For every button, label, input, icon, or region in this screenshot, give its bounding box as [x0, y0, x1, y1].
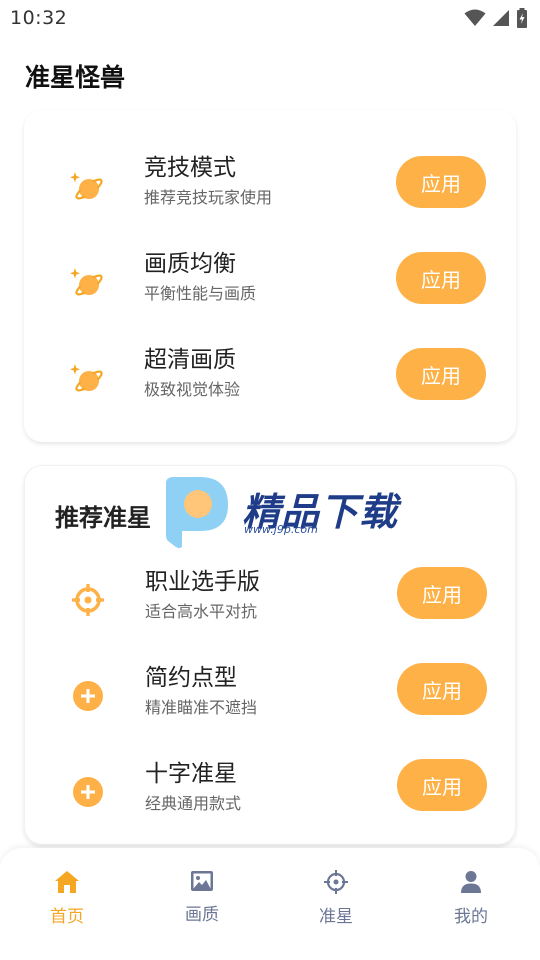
wifi-icon	[464, 9, 486, 26]
preset-subtitle: 平衡性能与画质	[144, 284, 257, 303]
status-bar: 10:32	[0, 0, 540, 36]
sparkle-planet-icon	[70, 268, 103, 296]
presets-card: 竞技模式 推荐竞技玩家使用 应用 画质均衡 平衡性能与画质 应用 超清画质 极致…	[24, 110, 516, 442]
apply-button[interactable]: 应用	[397, 663, 487, 715]
preset-title: 超清画质	[144, 347, 236, 373]
crosshair-subtitle: 精准瞄准不遮挡	[145, 698, 258, 717]
status-time: 10:32	[10, 7, 68, 29]
crosshair-title: 十字准星	[145, 761, 237, 787]
apply-button[interactable]: 应用	[396, 252, 486, 304]
apply-button[interactable]: 应用	[397, 759, 487, 811]
crosshair-title: 简约点型	[145, 665, 237, 691]
tab-label: 首页	[50, 907, 84, 927]
crosshair-row-cross: 十字准星 经典通用款式 应用	[25, 744, 517, 840]
signal-icon	[493, 10, 509, 26]
crosshair-row-dot: 简约点型 精准瞄准不遮挡 应用	[25, 648, 517, 744]
apply-button[interactable]: 应用	[397, 567, 487, 619]
crosshair-card: 推荐准星 职业选手版 适合高水平对抗 应用 简约点型 精准瞄准不遮挡 应用 十字	[24, 465, 516, 845]
preset-row-balanced: 画质均衡 平衡性能与画质 应用	[24, 234, 516, 330]
apply-button[interactable]: 应用	[396, 348, 486, 400]
preset-row-competitive: 竞技模式 推荐竞技玩家使用 应用	[24, 138, 516, 234]
crosshair-subtitle: 适合高水平对抗	[145, 602, 258, 621]
crosshair-target-icon	[72, 584, 104, 616]
battery-icon	[517, 8, 527, 28]
crosshair-row-pro: 职业选手版 适合高水平对抗 应用	[25, 552, 517, 648]
user-icon	[461, 871, 481, 893]
image-icon	[191, 871, 213, 891]
section-heading: 推荐准星	[55, 504, 151, 532]
bottom-tab-bar: 首页 画质 准星 我的	[0, 848, 540, 960]
tab-crosshair[interactable]: 准星	[286, 870, 386, 940]
crosshair-icon	[324, 870, 348, 894]
crosshair-title: 职业选手版	[145, 569, 260, 595]
apply-button[interactable]: 应用	[396, 156, 486, 208]
page-title: 准星怪兽	[25, 63, 126, 92]
plus-circle-icon	[73, 681, 103, 711]
crosshair-subtitle: 经典通用款式	[145, 794, 242, 813]
preset-title: 竞技模式	[144, 155, 236, 181]
sparkle-planet-icon	[70, 172, 103, 200]
tab-label: 准星	[319, 907, 353, 927]
preset-row-ultra: 超清画质 极致视觉体验 应用	[24, 330, 516, 426]
tab-label: 画质	[185, 905, 219, 925]
preset-title: 画质均衡	[144, 251, 236, 277]
tab-profile[interactable]: 我的	[421, 870, 521, 940]
tab-quality[interactable]: 画质	[152, 870, 252, 940]
preset-subtitle: 推荐竞技玩家使用	[144, 188, 273, 207]
sparkle-planet-icon	[70, 364, 103, 392]
home-icon	[55, 871, 79, 893]
tab-label: 我的	[454, 907, 488, 927]
status-icons	[464, 8, 528, 28]
preset-subtitle: 极致视觉体验	[144, 380, 241, 399]
plus-circle-icon	[73, 777, 103, 807]
tab-home[interactable]: 首页	[17, 870, 117, 940]
